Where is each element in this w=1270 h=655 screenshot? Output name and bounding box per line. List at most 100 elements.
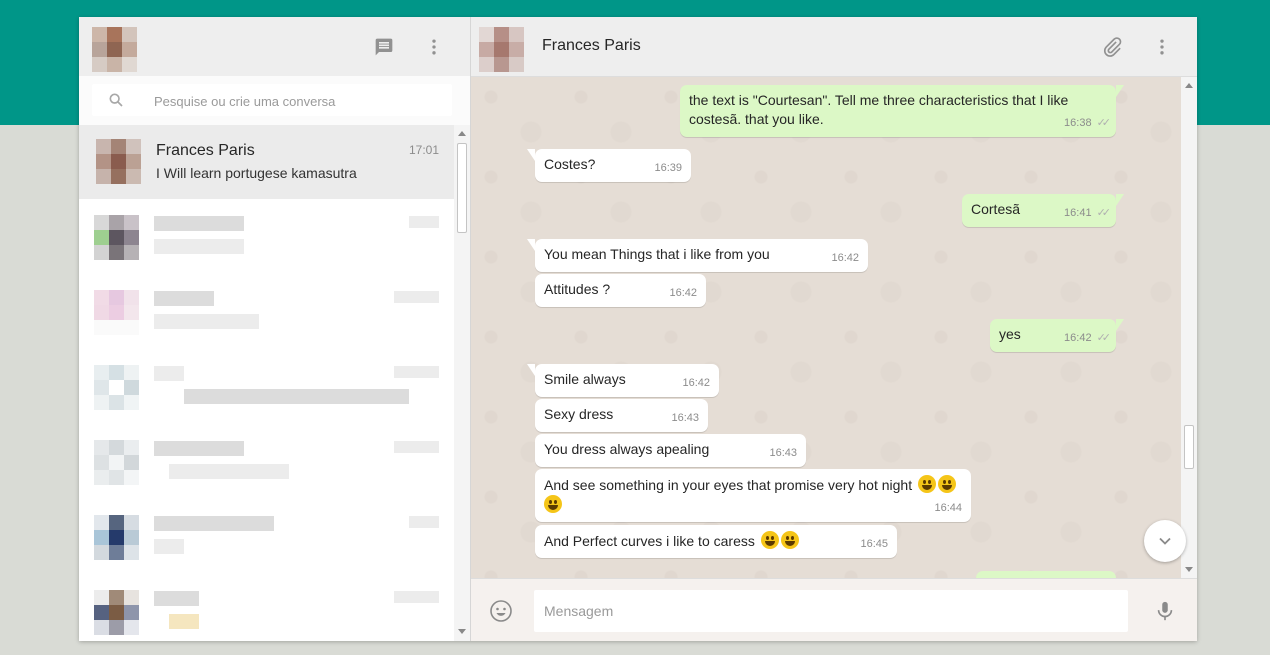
double-check-icon: ✓✓ — [1096, 207, 1112, 219]
sidebar-scrollbar[interactable] — [454, 125, 470, 641]
conversation-menu-icon[interactable] — [1150, 35, 1174, 59]
new-chat-icon[interactable] — [372, 35, 396, 59]
chat-avatar-blurred — [94, 590, 139, 635]
message-incoming[interactable]: And Perfect curves i like to caress 16:4… — [535, 525, 897, 558]
chat-avatar — [96, 139, 141, 184]
smiley-emoji-icon — [780, 531, 799, 549]
message-input[interactable] — [534, 590, 1128, 632]
scroll-down-arrow[interactable] — [458, 629, 466, 634]
message-incoming[interactable]: And see something in your eyes that prom… — [535, 469, 971, 522]
blurred-time — [394, 441, 439, 453]
scroll-up-arrow[interactable] — [458, 131, 466, 136]
message-meta: 16:41 ✓✓ — [1064, 204, 1112, 223]
conversation-panel: Frances Paris the text is "Courtesan". T… — [471, 17, 1197, 641]
paperclip-icon[interactable] — [1100, 35, 1124, 59]
sidebar: Frances Paris 17:01 I Will learn portuge… — [79, 17, 471, 641]
message-incoming[interactable]: You dress always apealing 16:43 — [535, 434, 806, 467]
message-outgoing[interactable]: yes 16:42 ✓✓ — [990, 319, 1124, 352]
message-meta: 16:44 — [934, 499, 962, 518]
blurred-preview — [154, 539, 184, 554]
chat-avatar-blurred — [94, 290, 139, 335]
blurred-time — [394, 591, 439, 603]
blurred-name — [154, 216, 244, 231]
message-time: 16:38 — [1064, 117, 1092, 129]
blurred-name — [154, 291, 214, 306]
message-outgoing[interactable]: the text is "Courtesan". Tell me three c… — [680, 85, 1124, 137]
message-time: 16:42 — [669, 287, 697, 299]
message-outgoing-partial[interactable] — [976, 571, 1116, 578]
chat-list-item-blurred[interactable] — [79, 199, 454, 273]
messages-scroll-thumb[interactable] — [1184, 425, 1194, 469]
message-incoming[interactable]: Costes? 16:39 — [527, 149, 691, 182]
search-input[interactable] — [152, 84, 446, 118]
blurred-time — [394, 366, 439, 378]
blurred-time — [409, 216, 439, 228]
blurred-preview — [184, 389, 409, 404]
blurred-preview — [154, 239, 244, 254]
blurred-time — [409, 516, 439, 528]
message-incoming[interactable]: Sexy dress 16:43 — [535, 399, 708, 432]
message-text: Cortesã — [971, 201, 1021, 217]
chevron-down-icon — [1159, 537, 1171, 545]
message-text: yes — [999, 326, 1021, 342]
chat-time: 17:01 — [408, 143, 439, 157]
message-meta: 16:39 — [654, 159, 682, 178]
message-time: 16:45 — [860, 538, 888, 550]
message-text: costesã. that you like. — [689, 111, 824, 127]
my-avatar[interactable] — [92, 27, 137, 72]
message-outgoing[interactable]: Cortesã 16:41 ✓✓ — [962, 194, 1124, 227]
messages-scrollbar[interactable] — [1181, 77, 1197, 578]
message-meta: 16:42 — [831, 249, 859, 268]
laughing-emoji-icon — [544, 495, 562, 513]
message-meta: 16:42 — [682, 374, 710, 393]
search-bar — [79, 76, 470, 126]
message-time: 16:42 — [682, 377, 710, 389]
chat-preview: I Will learn portugese kamasutra — [156, 165, 357, 181]
message-meta: 16:43 — [671, 409, 699, 428]
composer — [471, 578, 1197, 641]
search-icon — [108, 92, 124, 113]
message-text: Costes? — [544, 156, 596, 172]
blurred-name — [154, 441, 244, 456]
chat-list-item-active[interactable]: Frances Paris 17:01 I Will learn portuge… — [79, 125, 454, 199]
contact-name[interactable]: Frances Paris — [542, 37, 641, 55]
message-text: And Perfect curves i like to caress — [544, 533, 755, 549]
conversation-header: Frances Paris — [471, 17, 1197, 77]
microphone-icon[interactable] — [1153, 599, 1177, 623]
chat-avatar-blurred — [94, 515, 139, 560]
message-time: 16:39 — [654, 162, 682, 174]
app-window: Frances Paris 17:01 I Will learn portuge… — [79, 17, 1197, 641]
message-time: 16:43 — [769, 447, 797, 459]
scroll-to-bottom-button[interactable] — [1144, 520, 1186, 562]
message-text: the text is "Courtesan". Tell me three c… — [689, 92, 1069, 108]
search-box — [92, 84, 452, 118]
message-area: the text is "Courtesan". Tell me three c… — [471, 77, 1181, 578]
chat-list-item-blurred[interactable] — [79, 424, 454, 498]
sidebar-scroll-thumb[interactable] — [457, 143, 467, 233]
message-incoming[interactable]: Smile always 16:42 — [527, 364, 719, 397]
message-text: Attitudes ? — [544, 281, 611, 297]
chat-list-item-blurred[interactable] — [79, 349, 454, 423]
message-meta: 16:43 — [769, 444, 797, 463]
chat-list-item-blurred[interactable] — [79, 574, 454, 641]
contact-avatar[interactable] — [479, 27, 524, 72]
scroll-up-arrow[interactable] — [1185, 83, 1193, 88]
message-text: Smile always — [544, 371, 626, 387]
message-meta: 16:42 ✓✓ — [1064, 329, 1111, 348]
message-time: 16:43 — [671, 412, 699, 424]
message-incoming[interactable]: You mean Things that i like from you 16:… — [527, 239, 868, 272]
message-text: And see something in your eyes that prom… — [544, 477, 913, 493]
scroll-down-arrow[interactable] — [1185, 567, 1193, 572]
message-text: Sexy dress — [544, 406, 614, 422]
sidebar-menu-icon[interactable] — [422, 35, 446, 59]
chat-list-item-blurred[interactable] — [79, 499, 454, 573]
smiley-emoji-icon — [760, 531, 779, 549]
chat-name: Frances Paris — [156, 142, 255, 159]
message-meta: 16:38 ✓✓ — [1064, 114, 1111, 133]
chat-avatar-blurred — [94, 215, 139, 260]
chat-list-item-blurred[interactable] — [79, 274, 454, 348]
message-incoming[interactable]: Attitudes ? 16:42 — [535, 274, 706, 307]
blurred-preview — [169, 614, 199, 629]
smiley-icon[interactable] — [489, 599, 513, 623]
message-time: 16:42 — [831, 252, 859, 264]
